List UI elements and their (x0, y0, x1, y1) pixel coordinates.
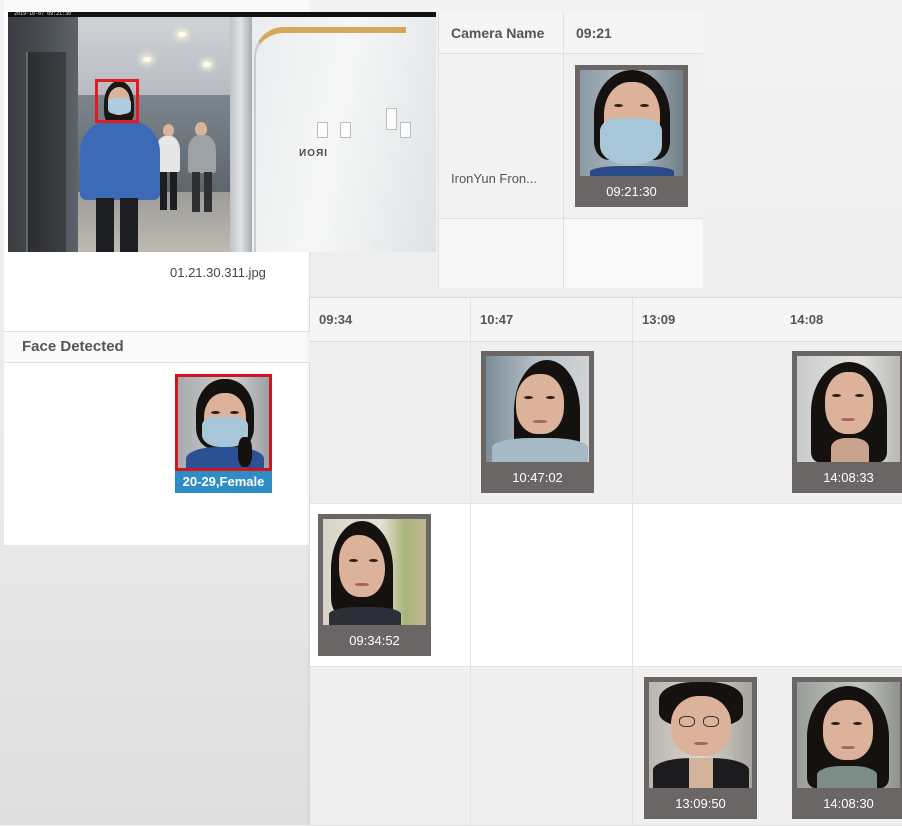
grid-cell (471, 667, 633, 826)
frame-wall-switch (400, 122, 411, 138)
face-timestamp: 14:08:30 (823, 796, 874, 811)
frame-wall-switch (317, 122, 328, 138)
column-header-time[interactable]: 09:21 (564, 12, 703, 54)
frame-ceiling-light (178, 32, 186, 37)
face-timestamp: 13:09:50 (675, 796, 726, 811)
face-photo (580, 70, 683, 176)
column-header-time[interactable]: 10:47 (471, 298, 633, 342)
face-detection-box[interactable] (95, 79, 139, 123)
column-header-time[interactable]: 14:08 (781, 298, 902, 342)
face-photo (649, 682, 752, 788)
frame-pillar (230, 17, 252, 252)
grid-cell (633, 342, 781, 504)
frame-door (26, 52, 66, 252)
grid-cell (781, 504, 902, 667)
face-card[interactable]: 13:09:50 (644, 677, 757, 819)
frame-ceiling-light (203, 62, 211, 67)
panel-top-strip (4, 0, 310, 12)
grid-cell (633, 504, 781, 667)
timeline-grid: 09:34 10:47 13:09 14:08 10:47:02 14:08:3… (310, 297, 902, 826)
table-cell-empty (439, 219, 564, 288)
frame-wall-switch (340, 122, 351, 138)
frame-glass-edge (254, 27, 406, 252)
grid-cell (310, 667, 471, 826)
table-cell-camera: IronYun Fron... (439, 54, 564, 219)
grid-cell (471, 504, 633, 667)
face-photo (486, 356, 589, 462)
face-timestamp: 09:34:52 (349, 633, 400, 648)
face-photo (797, 356, 900, 462)
frame-wall-logo: IRON (298, 148, 327, 159)
face-card[interactable]: 14:08:33 (792, 351, 902, 493)
face-card[interactable]: 09:34:52 (318, 514, 431, 656)
face-detected-header: Face Detected (4, 331, 310, 363)
column-header-time[interactable]: 13:09 (633, 298, 781, 342)
column-header-time[interactable]: 09:34 (310, 298, 471, 342)
detected-face-thumbnail[interactable] (175, 374, 272, 471)
age-gender-label: 20-29,Female (175, 471, 272, 493)
grid-cell (310, 342, 471, 504)
source-filename: 01.21.30.311.jpg (170, 265, 266, 280)
face-detected-title: Face Detected (22, 338, 124, 355)
camera-name[interactable]: IronYun Fron... (451, 171, 537, 186)
face-card[interactable]: 10:47:02 (481, 351, 594, 493)
camera-table: Camera Name 09:21 IronYun Fron... 09:21:… (438, 12, 703, 288)
face-timestamp: 14:08:33 (823, 470, 874, 485)
face-photo (797, 682, 900, 788)
frame-ceiling-light (143, 57, 151, 62)
face-card[interactable]: 09:21:30 (575, 65, 688, 207)
face-card[interactable]: 14:08:30 (792, 677, 902, 819)
camera-frame-image[interactable]: 2019-10-07 09:21:30 IRON (8, 12, 436, 252)
column-header-camera-name[interactable]: Camera Name (439, 12, 564, 54)
face-timestamp: 10:47:02 (512, 470, 563, 485)
table-cell-empty (564, 219, 703, 288)
frame-wall-switch (386, 108, 397, 130)
face-timestamp: 09:21:30 (606, 184, 657, 199)
face-photo (323, 519, 426, 625)
